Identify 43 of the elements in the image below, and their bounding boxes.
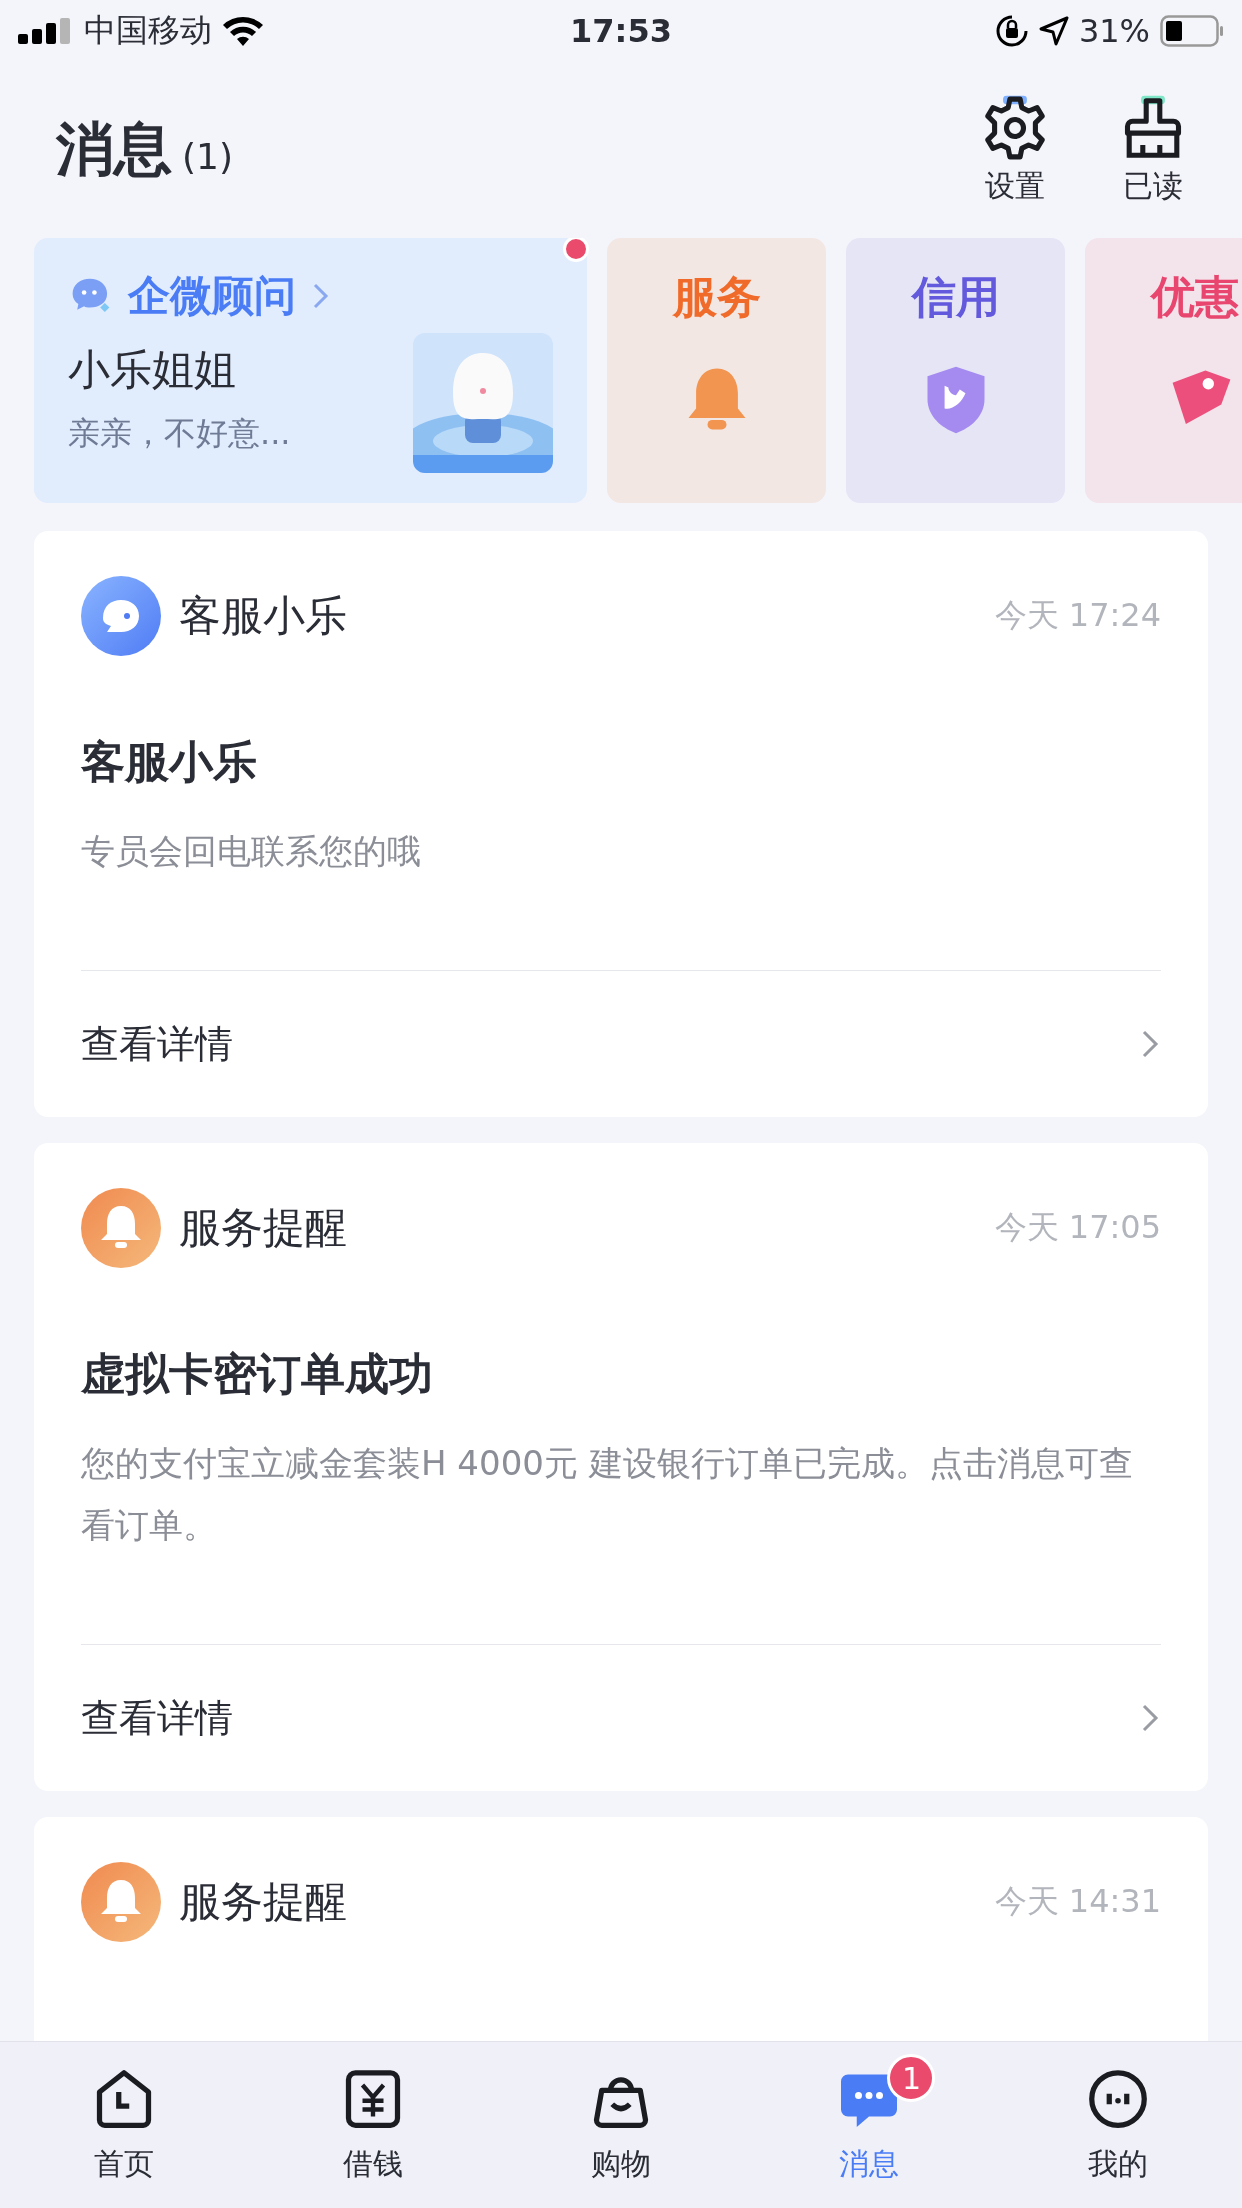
message-body: 专员会回电联系您的哦 [81,820,1161,971]
message-time: 今天 17:05 [994,1207,1161,1248]
message-title: 虚拟卡密订单成功 [81,1347,434,1401]
category-label: 信用 [911,270,1000,324]
message-time: 今天 14:31 [994,1881,1161,1922]
message-card[interactable]: 客服小乐 今天 17:24 客服小乐 专员会回电联系您的哦 查看详情 [34,531,1208,1117]
bell-avatar-icon [81,1862,161,1942]
battery-icon [1160,15,1224,47]
tab-item[interactable]: 消息 1 [745,2042,994,2208]
unread-badge: 1 [887,2054,936,2102]
advisor-title: 企微顾问 [128,270,296,322]
unread-count: (1) [182,135,233,177]
sender-name: 服务提醒 [179,1202,348,1254]
tab-item[interactable]: 购物 [496,2042,746,2208]
tab-item[interactable]: 我的 [993,2042,1242,2208]
page-title: 消息 [56,114,172,185]
message-card[interactable]: 服务提醒 今天 14:31 [34,1817,1208,2042]
message-time: 今天 17:24 [994,595,1161,636]
message-preview: 亲亲，不好意... [68,413,292,454]
category-card[interactable]: 信用 [846,238,1065,503]
tab-item[interactable]: 首页 [0,2042,249,2208]
message-card[interactable]: 服务提醒 今天 17:05 虚拟卡密订单成功 您的支付宝立减金套装H 4000元 建设银行订单已完成。点击消息可查看订单。 查看详情 [34,1143,1208,1791]
clock-time: 17:53 [570,12,672,50]
bell-avatar-icon [81,1188,161,1268]
view-details-link[interactable]: 查看详情 [81,1018,233,1070]
tab-item[interactable]: 借钱 [248,2042,497,2208]
wifi-icon [222,16,264,46]
location-icon [1038,16,1069,46]
advisor-name: 小乐姐姐 [68,344,237,396]
carrier-name: 中国移动 [84,10,212,51]
category-label: 服务 [672,270,761,324]
rotation-lock-icon [994,14,1029,48]
view-details-link[interactable]: 查看详情 [81,1692,233,1744]
advisor-card[interactable]: 企微顾问 小乐姐姐 亲亲，不好意... [34,238,587,503]
sender-name: 客服小乐 [179,590,348,642]
category-label: 优惠 [1150,270,1239,324]
message-title: 客服小乐 [81,735,258,789]
mark-read-button[interactable]: 已读 [1098,93,1208,207]
sender-name: 服务提醒 [179,1876,348,1928]
battery-percent: 31% [1078,12,1150,50]
settings-button[interactable]: 设置 [960,93,1070,207]
chat-avatar-icon [81,576,161,656]
message-body: 您的支付宝立减金套装H 4000元 建设银行订单已完成。点击消息可查看订单。 [81,1432,1161,1645]
